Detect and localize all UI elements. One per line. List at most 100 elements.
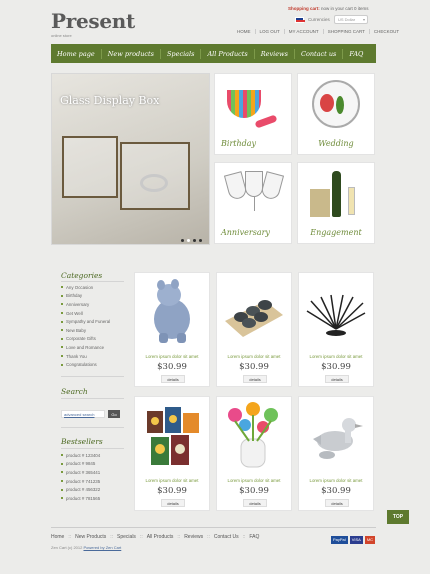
footer-link-reviews[interactable]: Reviews [184,534,203,540]
link-logout[interactable]: LOG OUT [256,29,285,34]
product-name[interactable]: Lorem ipsum dolor sit amet [299,478,373,483]
striped-bowl-icon [227,90,261,118]
slider-dot[interactable] [193,239,196,242]
footer-link-new-products[interactable]: New Products [75,534,106,540]
footer-link-contact-us[interactable]: Contact Us [214,534,239,540]
slider-dot[interactable] [199,239,202,242]
paypal-icon: PayPal [331,536,348,544]
bestseller-item[interactable]: product # 365441 [61,468,100,477]
footer-link-specials[interactable]: Specials [117,534,136,540]
product-card[interactable]: Lorem ipsum dolor sit amet $30.99 detail… [216,272,292,387]
nav-reviews[interactable]: Reviews [255,50,294,58]
currency-select[interactable]: US Dollar ▾ [334,15,368,24]
details-button[interactable]: details [325,375,349,383]
slide-title: Glass Display Box [60,94,160,107]
category-item[interactable]: New Baby [61,326,110,335]
details-button[interactable]: details [161,375,185,383]
gift-box-icon [310,189,330,217]
category-item[interactable]: Sympathy and Funeral [61,317,110,326]
footer-link-all-products[interactable]: All Products [147,534,174,540]
nav-contact-us[interactable]: Contact us [295,50,342,58]
category-item[interactable]: Congratulations [61,360,110,369]
tile-anniversary[interactable]: Anniversary [214,162,292,244]
bestseller-item[interactable]: product # 781565 [61,494,100,503]
footer-separator: :: [177,534,181,540]
champagne-flute-icon [348,187,355,215]
search-heading: Search [61,387,88,396]
product-name[interactable]: Lorem ipsum dolor sit amet [299,354,373,359]
top-links: HOME LOG OUT MY ACCOUNT SHOPPING CART CH… [233,29,403,34]
product-price: $30.99 [239,486,269,496]
product-name[interactable]: Lorem ipsum dolor sit amet [217,478,291,483]
divider [61,448,124,449]
nav-new-products[interactable]: New products [102,50,160,58]
category-item[interactable]: Any Occasion [61,283,110,292]
details-button[interactable]: details [161,499,185,507]
footer-separator: :: [139,534,143,540]
link-home[interactable]: HOME [233,29,256,34]
advanced-search-link[interactable]: advanced search [61,410,105,418]
search-go-button[interactable]: Go [108,410,120,418]
uk-flag-icon[interactable] [295,17,305,23]
tile-birthday[interactable]: Birthday [214,73,292,155]
product-name[interactable]: Lorem ipsum dolor sit amet [135,478,209,483]
spoon-icon [254,114,278,129]
glass-box-icon [120,142,190,210]
link-checkout[interactable]: CHECKOUT [370,29,403,34]
product-name[interactable]: Lorem ipsum dolor sit amet [217,354,291,359]
candles-icon [147,407,199,465]
tulip-icon [320,94,334,112]
champagne-bottle-icon [332,171,341,217]
bestseller-item[interactable]: product # 456322 [61,485,100,494]
hero-slider[interactable]: Glass Display Box [51,73,210,245]
footer-link-faq[interactable]: FAQ [249,534,259,540]
tile-wedding[interactable]: Wedding [297,73,375,155]
footer-separator: :: [242,534,246,540]
site-tagline: online store [51,33,72,38]
bird-bottle-stopper-icon [313,418,363,459]
categories-heading: Categories [61,271,103,280]
bestseller-item[interactable]: product # 9845 [61,460,100,469]
tile-label: Birthday [221,139,257,148]
footer-nav: Home:: New Products:: Specials:: All Pro… [51,534,259,540]
link-my-account[interactable]: MY ACCOUNT [285,29,324,34]
slider-dots [181,239,202,242]
product-price: $30.99 [321,362,351,372]
category-item[interactable]: Get Well [61,309,110,318]
site-logo[interactable]: Present [51,9,135,33]
product-card[interactable]: Lorem ipsum dolor sit amet $30.99 detail… [216,396,292,511]
cart-text[interactable]: now in your cart 0 items [321,6,369,11]
category-item[interactable]: Birthday [61,292,110,301]
link-shopping-cart[interactable]: SHOPPING CART [324,29,370,34]
slider-dot[interactable] [181,239,184,242]
details-button[interactable]: details [243,375,267,383]
product-name[interactable]: Lorem ipsum dolor sit amet [135,354,209,359]
product-card[interactable]: Lorem ipsum dolor sit amet $30.99 detail… [298,272,374,387]
product-card[interactable]: Lorem ipsum dolor sit amet $30.99 detail… [134,396,210,511]
tile-engagement[interactable]: Engagement [297,162,375,244]
nav-specials[interactable]: Specials [161,50,200,58]
back-to-top-button[interactable]: TOP [387,510,409,524]
details-button[interactable]: details [243,499,267,507]
category-item[interactable]: Anniversary [61,300,110,309]
divider [61,376,124,377]
bestseller-item[interactable]: product # 123404 [61,451,100,460]
slider-dot-active[interactable] [187,239,190,242]
main-nav: Home page New products Specials All Prod… [51,44,376,63]
details-button[interactable]: details [325,499,349,507]
nav-faq[interactable]: FAQ [343,50,369,58]
category-item[interactable]: Thank You [61,352,110,361]
tile-label: Anniversary [221,228,270,237]
cart-summary[interactable]: Shopping cart: now in your cart 0 items [288,6,369,11]
nav-home-page[interactable]: Home page [51,50,101,58]
bestseller-item[interactable]: product # 741235 [61,477,100,486]
product-card[interactable]: Lorem ipsum dolor sit amet $30.99 detail… [298,396,374,511]
category-item[interactable]: Love and Romance [61,343,110,352]
powered-by-link[interactable]: Powered by Zen Cart [83,545,121,550]
category-item[interactable]: Corporate Gifts [61,335,110,344]
nav-all-products[interactable]: All Products [201,50,253,58]
copyright: Zen Cart (c) 2012 Powered by Zen Cart [51,545,121,550]
product-price: $30.99 [157,362,187,372]
footer-link-home[interactable]: Home [51,534,64,540]
product-card[interactable]: Lorem ipsum dolor sit amet $30.99 detail… [134,272,210,387]
